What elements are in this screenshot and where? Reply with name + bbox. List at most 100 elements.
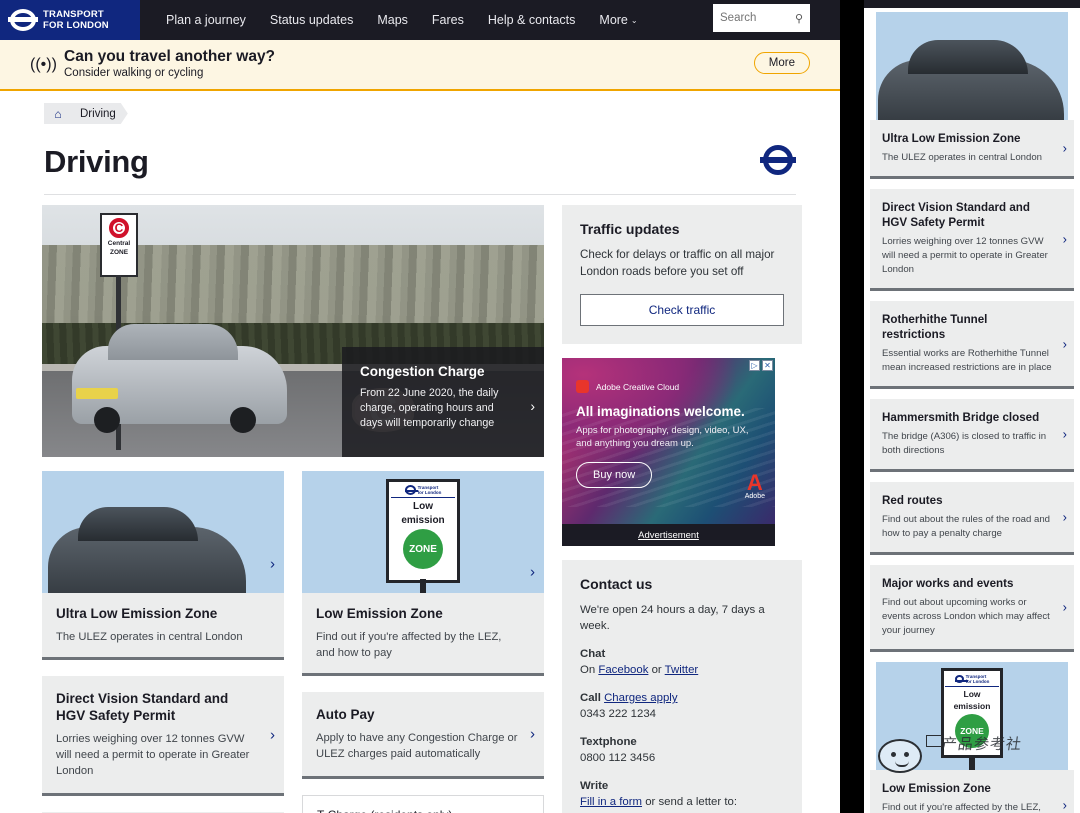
facebook-link[interactable]: Facebook: [598, 664, 648, 676]
advertisement-label: Advertisement: [638, 530, 699, 541]
ad-body-text: Apps for photography, design, video, UX,…: [576, 424, 756, 450]
card-title: Direct Vision Standard and HGV Safety Pe…: [56, 690, 258, 724]
widget-text: Check for delays or traffic on all major…: [580, 246, 784, 280]
card-text: Essential works are Rotherhithe Tunnel m…: [882, 347, 1052, 375]
card-text: Find out about the rules of the road and…: [882, 513, 1052, 541]
brand-text: TRANSPORT FOR LONDON: [43, 9, 109, 31]
mobile-card-major-works-and-events[interactable]: Major works and events Find out about up…: [870, 565, 1074, 652]
mobile-card-low-emission-zone[interactable]: Low Emission Zone Find out if you're aff…: [870, 770, 1074, 813]
card-text: The ULEZ operates in central London: [882, 151, 1052, 165]
ad-choices-controls[interactable]: ▷ ✕: [749, 360, 773, 371]
contact-call-number: 0343 222 1234: [580, 706, 784, 722]
widget-traffic-updates: Traffic updates Check for delays or traf…: [562, 205, 802, 344]
content-column: C Central ZONE C Congestion Charge: [42, 205, 544, 813]
adobe-logo-name: Adobe: [745, 493, 765, 500]
nav-item-status-updates[interactable]: Status updates: [258, 13, 365, 27]
chevron-right-icon: ›: [530, 398, 535, 414]
card-ultra-low-emission-zone[interactable]: Ultra Low Emission Zone The ULEZ operate…: [42, 471, 284, 660]
primary-nav: Plan a journey Status updates Maps Fares…: [140, 0, 650, 40]
adobe-mark-icon: [576, 380, 589, 393]
charges-apply-link[interactable]: Charges apply: [604, 692, 677, 704]
mobile-card-ultra-low-emission-zone[interactable]: Ultra Low Emission Zone The ULEZ operate…: [870, 120, 1074, 179]
check-traffic-button[interactable]: Check traffic: [580, 294, 784, 326]
breadcrumb-item-driving[interactable]: Driving: [72, 103, 128, 124]
card-text: Lorries weighing over 12 tonnes GVW will…: [882, 235, 1052, 277]
nav-item-plan-a-journey[interactable]: Plan a journey: [154, 13, 258, 27]
search-box[interactable]: ⚲: [713, 4, 810, 32]
ulez-car-image: [42, 471, 284, 593]
tfl-roundel-icon: [10, 7, 36, 33]
card-title: Ultra Low Emission Zone: [882, 131, 1052, 146]
ad-brand-name: Adobe Creative Cloud: [596, 382, 679, 392]
chevron-right-icon: ›: [1063, 798, 1067, 813]
nav-item-maps[interactable]: Maps: [365, 13, 420, 27]
low-emission-zone-sign-icon: Transport for London Low emission ZONE: [941, 668, 1003, 758]
card-direct-vision-standard[interactable]: Direct Vision Standard and HGV Safety Pe…: [42, 676, 284, 796]
contact-write-row: Fill in a form or send a letter to:: [580, 794, 784, 810]
mobile-card-hammersmith-bridge[interactable]: Hammersmith Bridge closed The bridge (A3…: [870, 399, 1074, 472]
card-auto-pay[interactable]: Auto Pay Apply to have any Congestion Ch…: [302, 692, 544, 779]
card-title: Red routes: [882, 493, 1052, 508]
card-low-emission-zone[interactable]: Transport for London Low emission ZONE: [302, 471, 544, 676]
chevron-right-icon: ›: [1063, 427, 1067, 442]
card-text: Find out if you're affected by the LEZ, …: [882, 801, 1052, 813]
chevron-right-icon: ›: [529, 807, 534, 813]
card-title: Major works and events: [882, 576, 1052, 591]
widget-contact-us: Contact us We're open 24 hours a day, 7 …: [562, 560, 802, 813]
card-text: Find out about upcoming works or events …: [882, 596, 1052, 638]
card-title: Rotherhithe Tunnel restrictions: [882, 312, 1052, 342]
breadcrumb: ⌂ Driving: [0, 91, 840, 124]
link-t-charge[interactable]: T-Charge (residents only) ›: [302, 795, 544, 813]
mobile-card-rotherhithe-tunnel[interactable]: Rotherhithe Tunnel restrictions Essentia…: [870, 301, 1074, 389]
ad-creative[interactable]: ▷ ✕ Adobe Creative Cloud All imagination…: [562, 358, 775, 524]
hero-overlay-card[interactable]: Congestion Charge From 22 June 2020, the…: [342, 347, 544, 457]
alert-more-button[interactable]: More: [754, 52, 810, 74]
close-icon[interactable]: ✕: [762, 360, 773, 371]
search-input[interactable]: [720, 12, 786, 24]
hero-text: From 22 June 2020, the daily charge, ope…: [360, 386, 518, 431]
mobile-card-direct-vision-standard[interactable]: Direct Vision Standard and HGV Safety Pe…: [870, 189, 1074, 291]
card-text: Apply to have any Congestion Charge or U…: [316, 730, 518, 762]
chevron-right-icon: ›: [270, 556, 275, 573]
contact-hours: We're open 24 hours a day, 7 days a week…: [580, 602, 784, 634]
contact-title: Contact us: [580, 576, 784, 592]
adchoices-icon[interactable]: ▷: [749, 360, 760, 371]
congestion-zone-sign-icon: C Central ZONE: [100, 213, 138, 277]
low-emission-zone-sign-icon: Transport for London Low emission ZONE: [386, 479, 460, 583]
ad-headline: All imaginations welcome.: [576, 404, 745, 419]
card-text: Lorries weighing over 12 tonnes GVW will…: [56, 731, 258, 779]
contact-chat-label: Chat: [580, 646, 784, 662]
alert-text: Can you travel another way? Consider wal…: [64, 48, 275, 81]
travel-alert-banner: ((•)) Can you travel another way? Consid…: [0, 40, 840, 91]
search-icon[interactable]: ⚲: [795, 12, 803, 25]
chevron-right-icon: ›: [530, 564, 535, 581]
chevron-right-icon: ›: [530, 726, 535, 743]
adobe-logo-icon: A: [745, 473, 765, 493]
chevron-right-icon: ›: [270, 726, 275, 743]
page-header: Driving: [44, 144, 796, 195]
hero-title: Congestion Charge: [360, 364, 518, 379]
tfl-logo-link[interactable]: TRANSPORT FOR LONDON: [0, 0, 140, 40]
mobile-ulez-car-image: [876, 12, 1068, 120]
fill-in-a-form-link[interactable]: Fill in a form: [580, 796, 642, 808]
card-title: Low Emission Zone: [316, 605, 518, 622]
card-column-right: Transport for London Low emission ZONE: [302, 471, 544, 813]
twitter-link[interactable]: Twitter: [665, 664, 699, 676]
nav-item-help-contacts[interactable]: Help & contacts: [476, 13, 588, 27]
ad-brand-row: Adobe Creative Cloud: [576, 380, 679, 393]
card-column-left: Ultra Low Emission Zone The ULEZ operate…: [42, 471, 284, 813]
site-navbar: TRANSPORT FOR LONDON Plan a journey Stat…: [0, 0, 840, 40]
brand-line-2: FOR LONDON: [43, 20, 109, 31]
card-title: Low Emission Zone: [882, 781, 1052, 796]
home-icon[interactable]: ⌂: [44, 103, 72, 124]
card-text: Find out if you're affected by the LEZ, …: [316, 629, 518, 661]
hero-congestion-charge[interactable]: C Central ZONE C Congestion Charge: [42, 205, 544, 457]
nav-item-more[interactable]: More⌄: [587, 13, 649, 27]
ad-buy-now-button[interactable]: Buy now: [576, 462, 652, 488]
card-text: The ULEZ operates in central London: [56, 629, 258, 645]
contact-chat-row: On Facebook or Twitter: [580, 662, 784, 678]
advertisement-block[interactable]: ▷ ✕ Adobe Creative Cloud All imagination…: [562, 358, 775, 546]
mobile-card-red-routes[interactable]: Red routes Find out about the rules of t…: [870, 482, 1074, 555]
nav-item-fares[interactable]: Fares: [420, 13, 476, 27]
lez-sign-image: Transport for London Low emission ZONE: [302, 471, 544, 593]
